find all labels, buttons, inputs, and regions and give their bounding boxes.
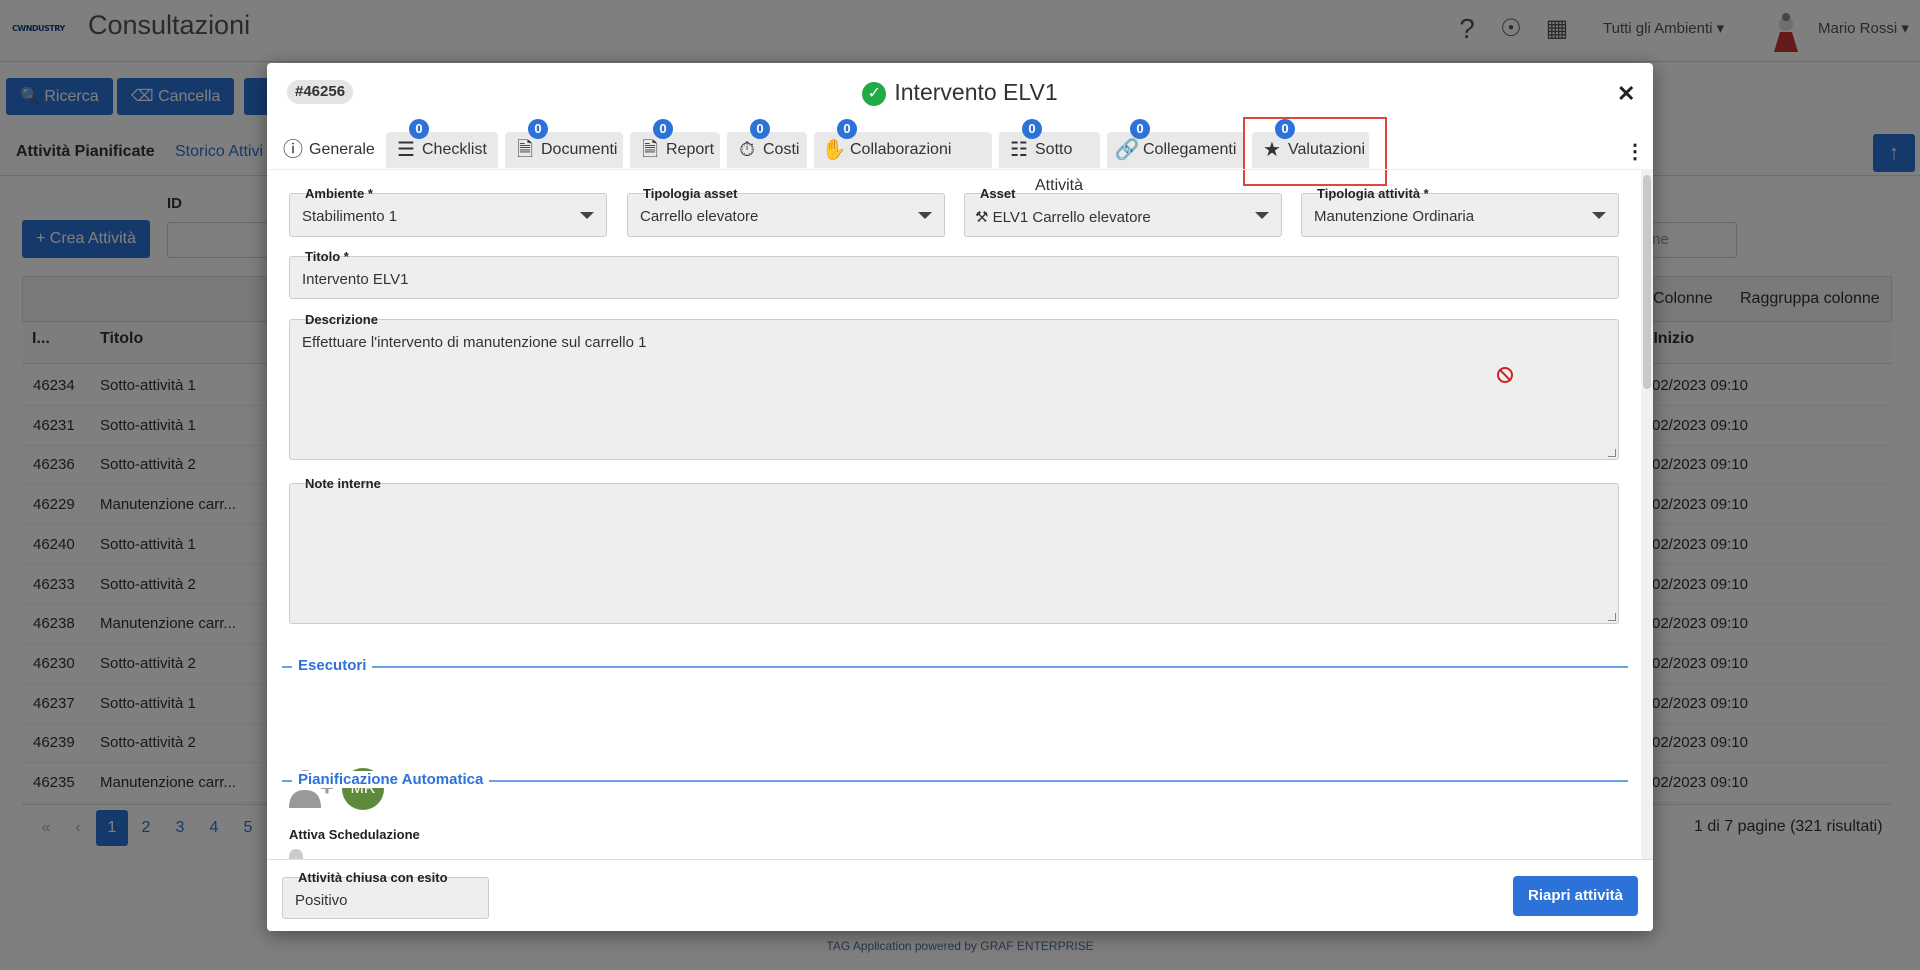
executors-section-header: Esecutori [282,657,1628,677]
asset-value: ELV1 Carrello elevatore [992,209,1151,226]
asset-select[interactable]: Asset ⚒ ELV1 Carrello elevatore [964,186,1282,237]
tipologia-attivita-select[interactable]: Tipologia attività * Manutenzione Ordina… [1301,186,1619,237]
tab-label: Collegamenti [1143,141,1237,158]
count-badge: 0 [750,119,770,139]
tab-collaborazioni[interactable]: ✋ Collaborazioni 0 [814,119,992,168]
chevron-down-icon [580,212,594,219]
executors-section-title: Esecutori [292,657,373,674]
closed-outcome-value: Positivo [295,892,348,909]
tab-label: Checklist [422,141,487,158]
note-interne-field[interactable]: Note interne [289,476,1619,624]
tab-label: Generale [309,141,375,158]
titolo-label: Titolo * [305,249,349,264]
modal-title: ✓ Intervento ELV1 [267,79,1653,106]
note-interne-label: Note interne [305,476,381,491]
tab-costi[interactable]: ⏱ Costi 0 [727,119,807,168]
not-allowed-icon [1497,367,1513,383]
activity-modal: #46256 ✓ Intervento ELV1 ✕ ⓘ Generale ☰ Chec… [267,63,1653,931]
tab-documenti[interactable]: 🗎 Documenti 0 [505,119,623,168]
schedule-label: Attiva Schedulazione [289,827,420,842]
descrizione-label: Descrizione [305,312,378,327]
tab-report[interactable]: 🗎 Report 0 [630,119,720,168]
ambiente-label: Ambiente * [305,186,373,201]
modal-title-text: Intervento ELV1 [894,79,1058,105]
auto-planning-section-header: Pianificazione Automatica [282,771,1628,791]
count-badge: 0 [409,119,429,139]
descrizione-value: Effettuare l'intervento di manutenzione … [302,334,647,351]
tipologia-asset-label: Tipologia asset [643,186,738,201]
tipologia-attivita-label: Tipologia attività * [1317,186,1429,201]
tab-generale[interactable]: ⓘ Generale [273,132,379,168]
auto-planning-section-title: Pianificazione Automatica [292,771,490,788]
tipologia-attivita-value: Manutenzione Ordinaria [1314,208,1475,225]
close-icon[interactable]: ✕ [1617,81,1635,107]
tab-sotto-attività[interactable]: ☷ Sotto Attività 0 [999,119,1100,194]
closed-outcome-label: Attività chiusa con esito [298,870,448,885]
closed-outcome-field: Attività chiusa con esito Positivo [282,870,489,919]
tab-label: Costi [763,141,800,158]
more-options-icon[interactable]: ⋮ [1625,139,1645,164]
asset-label: Asset [980,186,1016,201]
count-badge: 0 [1130,119,1150,139]
section-divider [282,666,1628,668]
count-badge: 0 [1022,119,1042,139]
resize-handle[interactable] [1608,613,1616,621]
chevron-down-icon [1592,212,1606,219]
titolo-value: Intervento ELV1 [302,271,409,288]
count-badge: 0 [837,119,857,139]
count-badge: 0 [653,119,673,139]
reopen-activity-button[interactable]: Riapri attività [1513,876,1638,916]
chevron-down-icon [918,212,932,219]
modal-footer: Attività chiusa con esito Positivo [267,859,1653,931]
chevron-down-icon [1255,212,1269,219]
tab-checklist[interactable]: ☰ Checklist 0 [386,119,498,168]
tab-label: Report [666,141,715,158]
tab-label: Documenti [541,141,618,158]
ambiente-value: Stabilimento 1 [302,208,398,225]
modal-scrollbar-thumb[interactable] [1643,175,1651,389]
resize-handle[interactable] [1608,449,1616,457]
info-icon: ⓘ [283,139,303,161]
titolo-field[interactable]: Titolo * Intervento ELV1 [289,249,1619,299]
tab-label: Collaborazioni [850,141,952,158]
tab-collegamenti[interactable]: 🔗 Collegamenti 0 [1107,119,1244,168]
check-circle-icon: ✓ [862,82,887,106]
tipologia-asset-select[interactable]: Tipologia asset Carrello elevatore [627,186,945,237]
asset-value-wrap: ⚒ ELV1 Carrello elevatore [975,208,1151,226]
schedule-toggle[interactable] [289,849,303,859]
tools-icon: ⚒ [975,209,989,226]
descrizione-field[interactable]: Descrizione Effettuare l'intervento di m… [289,312,1619,460]
tipologia-asset-value: Carrello elevatore [640,208,759,225]
ambiente-select[interactable]: Ambiente * Stabilimento 1 [289,186,607,237]
count-badge: 0 [528,119,548,139]
